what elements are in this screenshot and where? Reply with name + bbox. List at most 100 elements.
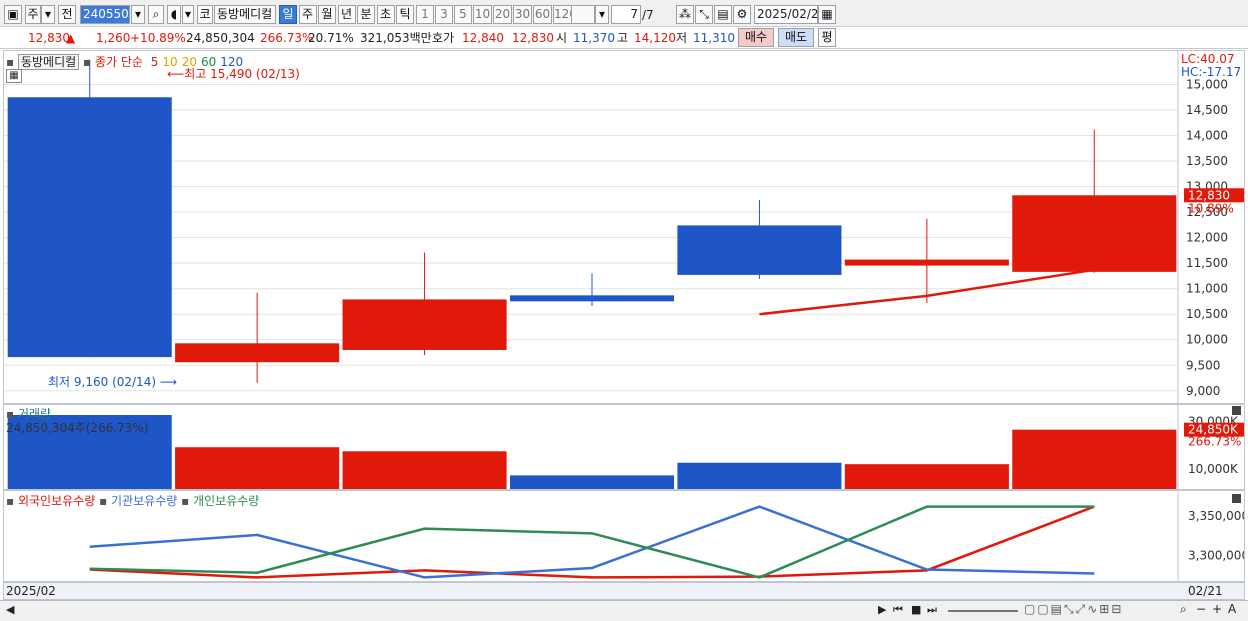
y-tick-label: 9,000 bbox=[1186, 384, 1220, 398]
code-dropdown-icon[interactable]: ▾ bbox=[131, 5, 145, 24]
low-label: 저 bbox=[676, 31, 688, 45]
speaker-dropdown-icon[interactable]: ▾ bbox=[182, 5, 194, 24]
open-label: 시 bbox=[556, 31, 568, 45]
volume-chart[interactable]: 30,000K10,000K24,850K266.73% bbox=[4, 405, 1244, 489]
interval-tab[interactable]: 5 bbox=[454, 5, 472, 24]
legend-institution[interactable]: 기관보유수량 bbox=[111, 494, 177, 508]
buy-button[interactable]: 매수 bbox=[738, 28, 774, 47]
zoom-in-icon[interactable]: + bbox=[1212, 602, 1222, 616]
scroll-right-icon[interactable]: ▶ bbox=[878, 603, 886, 616]
volume-bar bbox=[844, 464, 1009, 489]
y-tick-label: 10,000K bbox=[1188, 462, 1239, 476]
interval-tab[interactable]: 1 bbox=[416, 5, 434, 24]
low-marker: 최저 9,160 (02/14) ⟶ bbox=[48, 373, 177, 390]
date-input[interactable]: 2025/02/21 bbox=[754, 5, 826, 24]
jump-end-icon[interactable]: ⏭ bbox=[927, 603, 937, 617]
interval-tab[interactable]: 20 bbox=[493, 5, 512, 24]
interval-tab[interactable]: 60 bbox=[533, 5, 552, 24]
period-tab[interactable]: 년 bbox=[337, 5, 356, 24]
change-up-icon: ▲ bbox=[66, 31, 76, 45]
speaker-icon[interactable]: ◖ bbox=[167, 5, 181, 24]
interval-tab[interactable]: 3 bbox=[435, 5, 453, 24]
period-tab[interactable]: 초 bbox=[376, 5, 395, 24]
average-button[interactable]: 평 bbox=[818, 28, 836, 47]
current-price: 12,830 bbox=[28, 31, 70, 45]
crosshair-icon[interactable]: ⤡ bbox=[695, 5, 713, 24]
legend-stock-name[interactable]: 동방메디컬 bbox=[17, 54, 80, 70]
last-price-tag-label: 12,830 bbox=[1188, 188, 1230, 202]
drawing-tools-icon[interactable]: ▢▢▤⤡⤢∿⊞⊟ bbox=[1024, 602, 1123, 617]
period-tab[interactable]: 월 bbox=[318, 5, 336, 24]
stock-code-input[interactable]: 240550 bbox=[80, 5, 130, 24]
y-tick-label: 14,500 bbox=[1186, 103, 1228, 117]
legend-foreign[interactable]: 외국인보유수량 bbox=[18, 494, 95, 508]
stop-icon[interactable]: ■ bbox=[911, 603, 921, 616]
panel-close-icon[interactable] bbox=[1232, 494, 1241, 503]
y-tick-label: 10,500 bbox=[1186, 307, 1228, 321]
interval-dropdown-icon[interactable]: ▾ bbox=[595, 5, 609, 24]
holding-legend: ▪ 외국인보유수량 ▪ 기관보유수량 ▪ 개인보유수량 bbox=[6, 494, 260, 508]
period-tab[interactable]: 틱 bbox=[396, 5, 414, 24]
page-count-input[interactable]: 7 bbox=[611, 5, 641, 24]
y-tick-label: 10,000 bbox=[1186, 333, 1228, 347]
scroll-bar[interactable]: ◀ ▶ ⏮ ■ ⏭ ▢▢▤⤡⤢∿⊞⊟ ⌕ − + A bbox=[0, 600, 1248, 621]
holding-series-line bbox=[89, 505, 1095, 579]
market-selector[interactable]: 주 bbox=[25, 5, 41, 24]
settings-gear-icon[interactable]: ⚙ bbox=[733, 5, 751, 24]
candle-body bbox=[1012, 195, 1177, 272]
grid-toggle-icon[interactable]: ▦ bbox=[6, 69, 22, 83]
arrow-left-icon: ⟵ bbox=[167, 67, 185, 81]
panel-close-icon[interactable] bbox=[1232, 406, 1241, 415]
scroll-left-icon[interactable]: ◀ bbox=[6, 603, 14, 616]
last-volume-pct-label: 266.73% bbox=[1188, 435, 1241, 449]
font-size-icon[interactable]: A bbox=[1228, 602, 1236, 616]
legend-ma-period[interactable]: 5 bbox=[151, 55, 159, 69]
period-tab[interactable]: 분 bbox=[357, 5, 375, 24]
calendar-icon[interactable]: ▦ bbox=[818, 5, 836, 24]
custom-interval-input[interactable] bbox=[571, 5, 595, 24]
lc-value: LC:40.07 bbox=[1181, 52, 1235, 66]
price-chart[interactable]: 15,00014,50014,00013,50013,00012,50012,0… bbox=[4, 51, 1244, 403]
interval-tab[interactable]: 10 bbox=[473, 5, 492, 24]
compare-icon[interactable]: ⁂ bbox=[676, 5, 694, 24]
y-tick-label: 3,300,000 bbox=[1188, 548, 1244, 562]
sell-button[interactable]: 매도 bbox=[778, 28, 814, 47]
low-marker-label: 최저 9,160 (02/14) bbox=[48, 375, 157, 389]
y-tick-label: 11,500 bbox=[1186, 256, 1228, 270]
search-icon[interactable]: ⌕ bbox=[148, 5, 164, 24]
volume-panel: 30,000K 10,000K 24,850K 266.73% ▪ 거래량 24,85… bbox=[3, 404, 1245, 490]
period-tab[interactable]: 일 bbox=[279, 5, 297, 24]
high-marker-label: 최고 15,490 (02/13) bbox=[184, 67, 300, 81]
low-price: 11,310 bbox=[693, 31, 735, 45]
period-tab[interactable]: 주 bbox=[298, 5, 317, 24]
high-price: 14,120 bbox=[634, 31, 676, 45]
holding-panel: 3,350,000 3,300,000 ▪ 외국인보유수량 ▪ 기관보유수량 ▪ … bbox=[3, 490, 1245, 582]
market-type-label: 코 bbox=[197, 5, 213, 24]
window-layout-icon[interactable]: ▣ bbox=[4, 5, 22, 24]
interval-tab[interactable]: 30 bbox=[513, 5, 532, 24]
trade-value: 321,053백만 bbox=[360, 31, 432, 45]
candle-body bbox=[509, 295, 675, 302]
prev-stock-button[interactable]: 전 bbox=[58, 5, 76, 24]
volume-value-label: 24,850,304주(266.73%) bbox=[6, 421, 149, 435]
axis-end-date: 02/21 bbox=[1188, 584, 1223, 598]
jump-start-icon[interactable]: ⏮ bbox=[893, 603, 903, 617]
change-percent: +10.89% bbox=[130, 31, 186, 45]
page-total: /7 bbox=[642, 8, 654, 22]
zoom-slider[interactable] bbox=[948, 610, 1018, 612]
legend-individual[interactable]: 개인보유수량 bbox=[193, 494, 259, 508]
volume-bar bbox=[1012, 429, 1177, 489]
volume-percent: 266.73% bbox=[260, 31, 314, 45]
high-marker: ⟵최고 15,490 (02/13) bbox=[167, 65, 300, 82]
market-dropdown-icon[interactable]: ▾ bbox=[41, 5, 55, 24]
zoom-out-icon[interactable]: − bbox=[1196, 602, 1206, 616]
legend-close-label[interactable]: 종가 단순 bbox=[95, 55, 143, 69]
stock-name: 동방메디컬 bbox=[214, 5, 276, 24]
zoom-search-icon[interactable]: ⌕ bbox=[1180, 602, 1187, 617]
y-tick-label: 11,000 bbox=[1186, 282, 1228, 296]
bid-price-2: 12,830 bbox=[512, 31, 554, 45]
change-amount: 1,260 bbox=[96, 31, 131, 45]
x-axis: 2025/02 02/21 bbox=[3, 582, 1245, 600]
price-panel: 15,000 14,500 14,000 13,500 13,000 12,500 12,0… bbox=[3, 50, 1245, 404]
save-icon[interactable]: ▤ bbox=[714, 5, 732, 24]
